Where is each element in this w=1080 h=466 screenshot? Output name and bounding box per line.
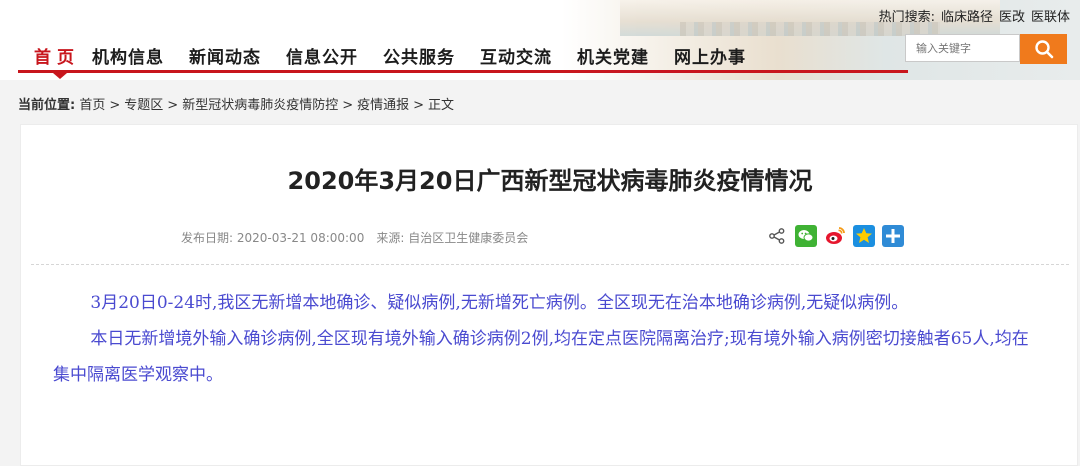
more-share-icon[interactable]	[882, 225, 904, 247]
main-nav: 首页 机构信息 新闻动态 信息公开 公共服务 互动交流 机关党建 网上办事	[18, 40, 771, 70]
breadcrumb-current: 正文	[428, 98, 455, 113]
article-container: 2020年3月20日广西新型冠状病毒肺炎疫情情况 发布日期: 2020-03-2…	[20, 124, 1078, 466]
source-label: 来源:	[376, 231, 405, 245]
article-meta: 发布日期: 2020-03-21 08:00:00 来源: 自治区卫生健康委员会	[181, 229, 528, 246]
breadcrumb-separator: >	[342, 98, 354, 113]
meta-divider	[31, 264, 1069, 265]
search-input[interactable]	[905, 34, 1020, 62]
share-icon[interactable]	[766, 225, 788, 247]
breadcrumb-link[interactable]: 新型冠状病毒肺炎疫情防控	[182, 98, 338, 113]
breadcrumb-link[interactable]: 首页	[79, 98, 105, 113]
breadcrumb-separator: >	[167, 98, 179, 113]
weibo-icon[interactable]	[824, 225, 846, 247]
breadcrumb-separator: >	[109, 98, 121, 113]
breadcrumb-separator: >	[413, 98, 425, 113]
article-source: 自治区卫生健康委员会	[408, 231, 529, 245]
article-paragraph: 本日无新增境外输入确诊病例,全区现有境外输入确诊病例2例,均在定点医院隔离治疗;…	[53, 329, 1029, 385]
breadcrumb: 当前位置: 首页 > 专题区 > 新型冠状病毒肺炎疫情防控 > 疫情通报 > 正文	[18, 94, 454, 113]
qzone-icon[interactable]	[853, 225, 875, 247]
nav-item-public-service[interactable]: 公共服务	[383, 43, 455, 68]
nav-item-news[interactable]: 新闻动态	[189, 43, 261, 68]
search-icon	[1034, 40, 1053, 59]
active-nav-indicator	[53, 73, 67, 79]
hot-search-label: 热门搜索:	[878, 10, 935, 25]
hot-search-link[interactable]: 医改	[999, 10, 1025, 25]
breadcrumb-link[interactable]: 疫情通报	[357, 98, 409, 113]
wechat-icon[interactable]	[795, 225, 817, 247]
nav-item-interaction[interactable]: 互动交流	[480, 43, 552, 68]
search-box	[905, 34, 1067, 64]
site-header: 热门搜索: 临床路径 医改 医联体 首页 机构信息 新闻动态 信息公开 公共服务 互动…	[0, 0, 1080, 80]
search-button[interactable]	[1020, 34, 1067, 64]
hot-search-link[interactable]: 医联体	[1031, 10, 1070, 25]
nav-item-disclosure[interactable]: 信息公开	[286, 43, 358, 68]
nav-item-institution[interactable]: 机构信息	[92, 43, 164, 68]
breadcrumb-link[interactable]: 专题区	[124, 98, 163, 113]
nav-item-online-service[interactable]: 网上办事	[674, 43, 746, 68]
publish-label: 发布日期:	[181, 231, 234, 245]
share-bar	[766, 225, 911, 247]
article-body: 3月20日0-24时,我区无新增本地确诊、疑似病例,无新增死亡病例。全区现无在治…	[53, 285, 1045, 393]
nav-item-party[interactable]: 机关党建	[577, 43, 649, 68]
article-paragraph: 3月20日0-24时,我区无新增本地确诊、疑似病例,无新增死亡病例。全区现无在治…	[90, 293, 909, 313]
publish-date: 2020-03-21 08:00:00	[236, 231, 365, 245]
hot-search-link[interactable]: 临床路径	[941, 10, 993, 25]
breadcrumb-label: 当前位置:	[18, 98, 76, 113]
nav-item-home[interactable]: 首页	[34, 43, 80, 68]
article-title: 2020年3月20日广西新型冠状病毒肺炎疫情情况	[287, 167, 813, 195]
nav-underline	[18, 70, 908, 73]
hot-search-bar: 热门搜索: 临床路径 医改 医联体	[879, 6, 1070, 25]
